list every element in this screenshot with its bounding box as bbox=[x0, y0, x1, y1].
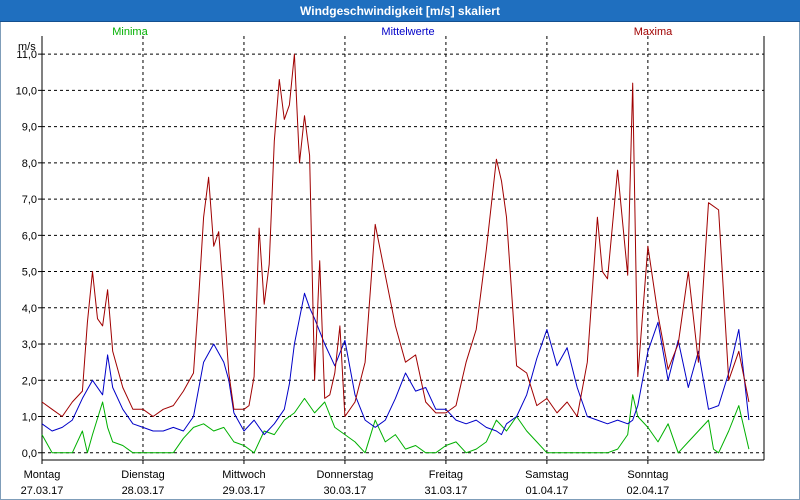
y-tick-label: 11,0 bbox=[16, 49, 37, 61]
y-tick-label: 7,0 bbox=[22, 194, 37, 206]
x-tick-date: 29.03.17 bbox=[223, 485, 266, 497]
x-tick-day: Dienstag bbox=[121, 469, 164, 481]
y-tick-label: 5,0 bbox=[22, 267, 37, 279]
y-tick-label: 1,0 bbox=[22, 412, 37, 424]
x-tick-date: 30.03.17 bbox=[324, 485, 367, 497]
x-tick-date: 31.03.17 bbox=[425, 485, 468, 497]
x-tick-date: 27.03.17 bbox=[21, 485, 64, 497]
y-tick-label: 10,0 bbox=[16, 85, 37, 97]
x-tick-day: Montag bbox=[24, 469, 61, 481]
y-tick-label: 4,0 bbox=[22, 303, 37, 315]
y-tick-label: 0,0 bbox=[22, 448, 37, 460]
x-tick-date: 02.04.17 bbox=[626, 485, 669, 497]
x-tick-date: 28.03.17 bbox=[122, 485, 165, 497]
y-tick-label: 6,0 bbox=[22, 230, 37, 242]
x-tick-date: 01.04.17 bbox=[525, 485, 568, 497]
x-tick-day: Mittwoch bbox=[222, 469, 265, 481]
x-tick-day: Sonntag bbox=[627, 469, 668, 481]
y-tick-label: 2,0 bbox=[22, 375, 37, 387]
legend-mittelwerte: Mittelwerte bbox=[381, 26, 434, 38]
x-tick-day: Freitag bbox=[429, 469, 463, 481]
y-tick-label: 9,0 bbox=[22, 122, 37, 134]
legend-maxima: Maxima bbox=[634, 26, 673, 38]
series-line-minima bbox=[41, 394, 750, 454]
y-tick-label: 8,0 bbox=[22, 158, 37, 170]
x-tick-day: Donnerstag bbox=[316, 469, 373, 481]
x-tick-day: Samstag bbox=[525, 469, 568, 481]
y-tick-label: 3,0 bbox=[22, 339, 37, 351]
wind-speed-chart: m/s Minima Mittelwerte Maxima 0,01,02,03… bbox=[16, 26, 765, 497]
